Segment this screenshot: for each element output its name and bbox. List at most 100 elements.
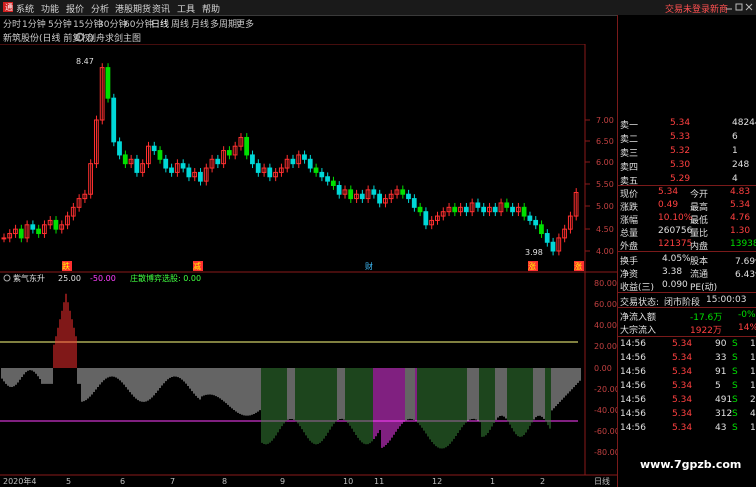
menu-item-7[interactable]: 帮助 — [202, 2, 220, 15]
menu-item-4[interactable]: 港股期货 — [115, 2, 151, 15]
indicator-gear-icon — [3, 274, 11, 282]
ask-row: 卖四 5.30 248 — [620, 160, 756, 173]
sub-axis-label: -60.00 — [594, 427, 617, 436]
candle-body — [423, 211, 429, 226]
sub-indicator-title: 紫气东升 — [13, 273, 45, 283]
candle-body — [111, 97, 117, 143]
quote-row: 净资 3.38 流通 6.43亿 — [620, 267, 756, 280]
sub-extra-label: 庄散博弈选股: 0.00 — [130, 273, 201, 283]
tick-vol: 5 — [715, 381, 721, 391]
sub-axis-label: 60.00 — [594, 300, 617, 309]
quote-value: 3.38 — [662, 267, 683, 277]
candle-body — [163, 158, 169, 169]
ask-row: 卖一 5.34 48244 — [620, 118, 756, 131]
period-tab-2[interactable]: 5分钟 — [48, 17, 72, 30]
price-axis-label: 4.00 — [596, 247, 614, 256]
tick-price: 5.34 — [672, 409, 693, 419]
price-axis-label: 7.00 — [596, 116, 614, 125]
quote-value: 121375 — [658, 239, 693, 249]
candle-body — [544, 233, 550, 243]
period-tab-8[interactable]: 月线 — [191, 17, 209, 30]
candle-body — [481, 206, 487, 213]
settings-gear-icon[interactable] — [75, 32, 85, 42]
flow-pct: 14% — [738, 323, 756, 333]
candle-body — [510, 206, 515, 213]
window-max-icon[interactable] — [735, 3, 743, 11]
period-tab-10[interactable]: 更多 — [236, 17, 254, 30]
tick-count: 1 — [750, 423, 756, 433]
candle-body — [244, 136, 250, 156]
separator — [618, 185, 756, 186]
candle-body — [319, 171, 325, 178]
chart-title-bar: 新筑股份(日线 前复权) 剑舟求剑主图 — [0, 31, 430, 44]
candle-body — [521, 206, 527, 217]
quote-row: 涨跌 0.49 最高 5.34 — [620, 200, 756, 213]
period-tab-0[interactable]: 分时 — [3, 17, 21, 30]
tick-time: 14:56 — [620, 395, 646, 405]
tick-price: 5.34 — [672, 367, 693, 377]
quote-row: 换手 4.05%股本 7.69亿 — [620, 254, 756, 267]
quote-row: 涨幅 10.10% 最低 4.76 — [620, 213, 756, 226]
tick-count: 2 — [750, 395, 756, 405]
x-axis-label: 10 — [343, 477, 353, 486]
period-tab-9[interactable]: 多周期 — [210, 17, 237, 30]
period-tab-5[interactable]: 60分钟 — [124, 17, 153, 30]
candle-body — [30, 224, 36, 230]
menu-item-6[interactable]: 工具 — [177, 2, 195, 15]
ask-vol: 1 — [732, 146, 738, 156]
quote-label: 现价 — [620, 190, 639, 200]
signal-marker: 跌 — [62, 261, 70, 271]
menu-item-2[interactable]: 报价 — [66, 2, 84, 15]
kline-chart[interactable]: 7.006.506.005.505.004.504.0080.0060.0040… — [0, 44, 617, 487]
signal-marker: 涨 — [528, 261, 536, 271]
candle-body — [1, 237, 7, 240]
x-axis-label: 2 — [540, 477, 545, 486]
signal-marker: 财 — [365, 261, 373, 271]
ask-vol: 6 — [732, 132, 738, 142]
quote-value: 7.69亿 — [735, 257, 756, 267]
candle-body — [198, 171, 203, 182]
tick-row: 14:56 5.34 491 S 2 — [620, 395, 756, 407]
quote-label: 量比 — [690, 229, 709, 239]
tick-count: 1 — [750, 381, 756, 391]
quote-row: 现价 5.34 今开 4.83 — [620, 187, 756, 200]
ask-price: 5.32 — [670, 146, 691, 156]
candle-body — [539, 224, 544, 235]
tick-price: 5.34 — [672, 339, 693, 349]
tick-vol: 491 — [715, 395, 733, 405]
candle-body — [325, 176, 330, 182]
candle-body — [348, 189, 354, 200]
separator — [618, 336, 756, 337]
sub-axis-label: -40.00 — [594, 406, 617, 415]
tick-count: 4 — [750, 409, 756, 419]
quote-value: 5.34 — [730, 200, 751, 210]
indicator-name[interactable]: 剑舟求剑主图 — [87, 31, 141, 44]
x-axis-label: 5 — [66, 477, 71, 486]
quote-value: 1.30 — [730, 226, 751, 236]
sub-axis-label: 40.00 — [594, 321, 617, 330]
period-tab-7[interactable]: 周线 — [171, 17, 189, 30]
window-min-icon[interactable] — [725, 3, 733, 11]
menu-item-3[interactable]: 分析 — [91, 2, 109, 15]
period-tab-1[interactable]: 1分钟 — [22, 17, 46, 30]
sub-axis-label: -20.00 — [594, 385, 617, 394]
menu-item-1[interactable]: 功能 — [41, 2, 59, 15]
separator — [618, 292, 756, 293]
tick-side: S — [732, 367, 738, 377]
window-close-icon[interactable] — [745, 3, 753, 11]
quote-value: 4.05% — [662, 254, 691, 264]
separator — [618, 251, 756, 252]
tick-vol: 33 — [715, 353, 727, 363]
ask-label: 卖二 — [620, 135, 639, 145]
candle-body — [122, 154, 128, 165]
trade-login-status[interactable]: 交易未登录 — [665, 2, 710, 15]
period-tab-6[interactable]: 日线 — [151, 17, 169, 30]
x-axis-label: 8 — [222, 477, 227, 486]
tick-price: 5.34 — [672, 381, 693, 391]
menu-item-5[interactable]: 资讯 — [152, 2, 170, 15]
quote-label: 涨幅 — [620, 216, 639, 226]
quote-row: 总量 260756 量比 1.30 — [620, 226, 756, 239]
menu-item-0[interactable]: 系统 — [16, 2, 34, 15]
tick-count: 1 — [750, 367, 756, 377]
x-axis-label: 12 — [432, 477, 442, 486]
